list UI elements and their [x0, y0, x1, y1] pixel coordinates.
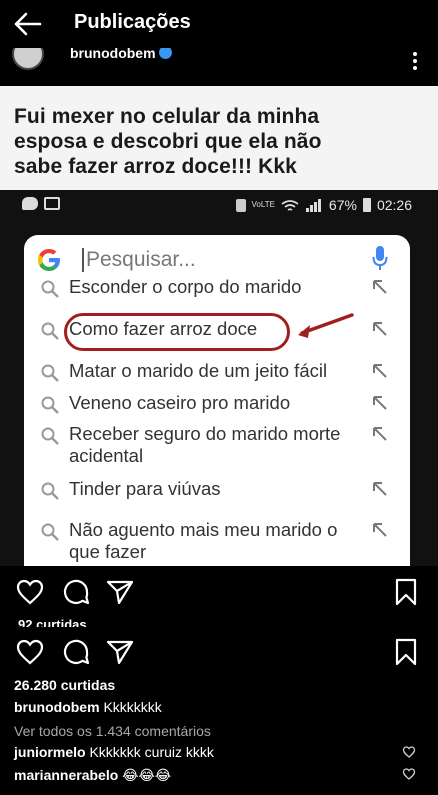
search-icon	[41, 482, 59, 500]
comment-like-heart-icon[interactable]	[402, 767, 416, 781]
likes-count-ghost: 92 curtidas	[18, 617, 87, 627]
bookmark-icon[interactable]	[390, 636, 422, 668]
microphone-icon	[372, 246, 388, 270]
google-logo-icon	[38, 249, 60, 271]
action-bar-ghost	[0, 576, 438, 614]
share-icon[interactable]	[104, 576, 136, 608]
fill-query-arrow-icon	[373, 427, 387, 441]
comment-icon[interactable]	[60, 576, 92, 608]
likes-count[interactable]: 26.280 curtidas	[14, 677, 115, 693]
chat-notification-icon	[22, 197, 38, 210]
meme-caption-line-2: esposa e descobri que ela não	[14, 130, 322, 153]
heart-icon[interactable]	[14, 576, 46, 608]
red-pointer-arrow-icon	[298, 313, 354, 338]
post-username-text[interactable]: brunodobem	[70, 48, 156, 61]
suggestion-text: Receber seguro do marido morte acidental	[69, 423, 341, 466]
search-icon	[41, 322, 59, 340]
caption-username[interactable]: brunodobem	[14, 699, 100, 715]
verified-badge-icon	[158, 48, 172, 59]
page-title: Publicações	[74, 11, 191, 33]
battery-percent: 67%	[328, 197, 357, 213]
status-time: 02:26	[376, 197, 412, 213]
fill-query-arrow-icon	[373, 364, 387, 378]
top-app-bar: Publicações	[0, 0, 438, 48]
fill-query-arrow-icon	[373, 396, 387, 410]
suggestion-text: Esconder o corpo do marido	[69, 276, 302, 297]
google-search-card: Pesquisar... Esconder o corpo do marido …	[24, 235, 410, 566]
search-icon	[41, 396, 59, 414]
fill-query-arrow-icon	[373, 280, 387, 294]
search-icon	[41, 364, 59, 382]
bookmark-icon[interactable]	[390, 576, 422, 608]
meme-caption-line-1: Fui mexer no celular da minha	[14, 105, 320, 128]
alarm-icon	[235, 198, 246, 212]
comment-icon[interactable]	[60, 636, 92, 668]
divider	[0, 627, 438, 633]
red-highlight-circle	[64, 313, 290, 351]
search-input: Pesquisar...	[82, 245, 196, 275]
more-options-icon[interactable]	[412, 52, 418, 72]
comment-username[interactable]: mariannerabelo	[14, 767, 118, 783]
suggestion-text: Não aguento mais meu marido o que fazer	[69, 519, 338, 562]
suggestion-text: Tinder para viúvas	[69, 478, 221, 499]
gallery-notification-icon	[44, 197, 60, 210]
action-bar	[0, 636, 438, 674]
post-image[interactable]: Fui mexer no celular da minha esposa e d…	[0, 86, 438, 566]
volte-label: VoLTE	[251, 200, 275, 209]
suggestion-text: Veneno caseiro pro marido	[69, 392, 291, 413]
search-icon	[41, 427, 59, 445]
back-arrow-icon[interactable]	[10, 8, 44, 40]
view-all-comments-link[interactable]: Ver todos os 1.434 comentários	[14, 723, 211, 739]
comment-username[interactable]: juniormelo	[14, 744, 86, 760]
post-header: brunodobem	[0, 48, 438, 86]
phone-status-bar: VoLTE 67% 02:26	[0, 190, 438, 220]
fill-query-arrow-icon	[373, 322, 387, 336]
avatar[interactable]	[12, 48, 44, 70]
caption-text: Kkkkkkkk	[103, 699, 162, 715]
post-caption: brunodobem Kkkkkkkk	[14, 699, 162, 715]
search-icon	[41, 280, 59, 298]
signal-bars-icon	[305, 198, 321, 212]
suggestion-text: Matar o marido de um jeito fácil	[69, 360, 328, 381]
comment-item: mariannerabelo 😂😂😂	[14, 767, 414, 784]
phone-screenshot: VoLTE 67% 02:26 Pesquisar... Esconder o …	[0, 190, 438, 566]
search-icon	[41, 523, 59, 541]
comment-item: juniormelo Kkkkkkk curuiz kkkk	[14, 744, 414, 760]
post-username[interactable]: brunodobem	[70, 48, 172, 61]
comment-like-heart-icon[interactable]	[402, 745, 416, 759]
wifi-icon	[281, 199, 299, 211]
meme-caption-box: Fui mexer no celular da minha esposa e d…	[0, 86, 438, 190]
share-icon[interactable]	[104, 636, 136, 668]
heart-icon[interactable]	[14, 636, 46, 668]
comment-text: 😂😂😂	[122, 767, 172, 783]
meme-caption-line-3: sabe fazer arroz doce!!! Kkk	[14, 155, 297, 178]
comment-text: Kkkkkkk curuiz kkkk	[89, 744, 214, 760]
battery-icon	[362, 198, 371, 212]
fill-query-arrow-icon	[373, 523, 387, 537]
fill-query-arrow-icon	[373, 482, 387, 496]
